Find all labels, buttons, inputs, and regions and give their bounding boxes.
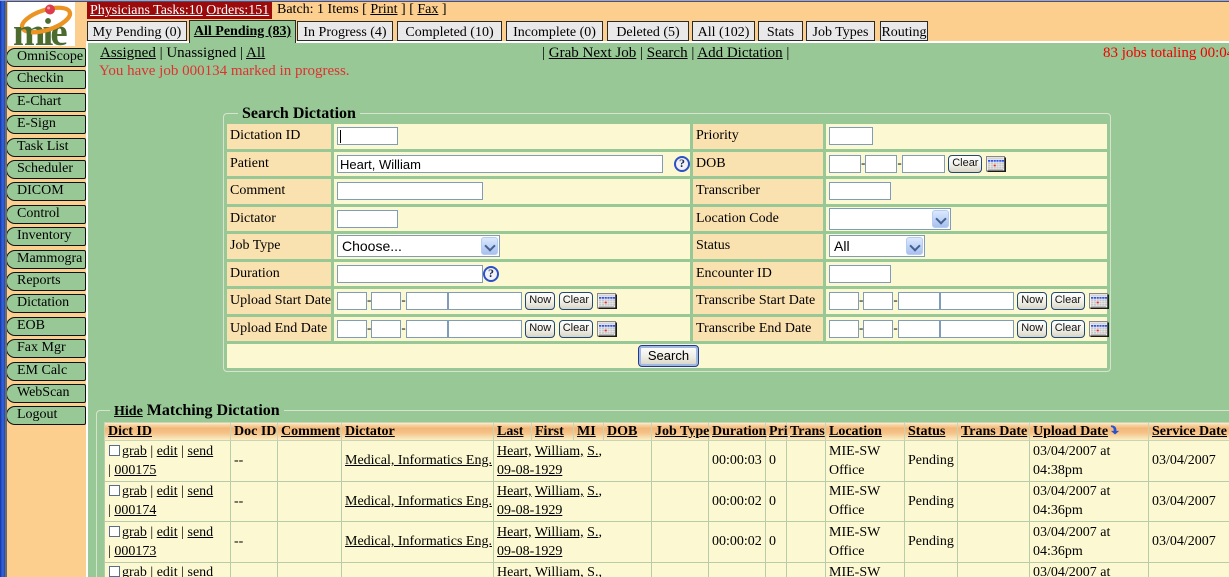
svg-text:mie: mie <box>13 11 67 46</box>
